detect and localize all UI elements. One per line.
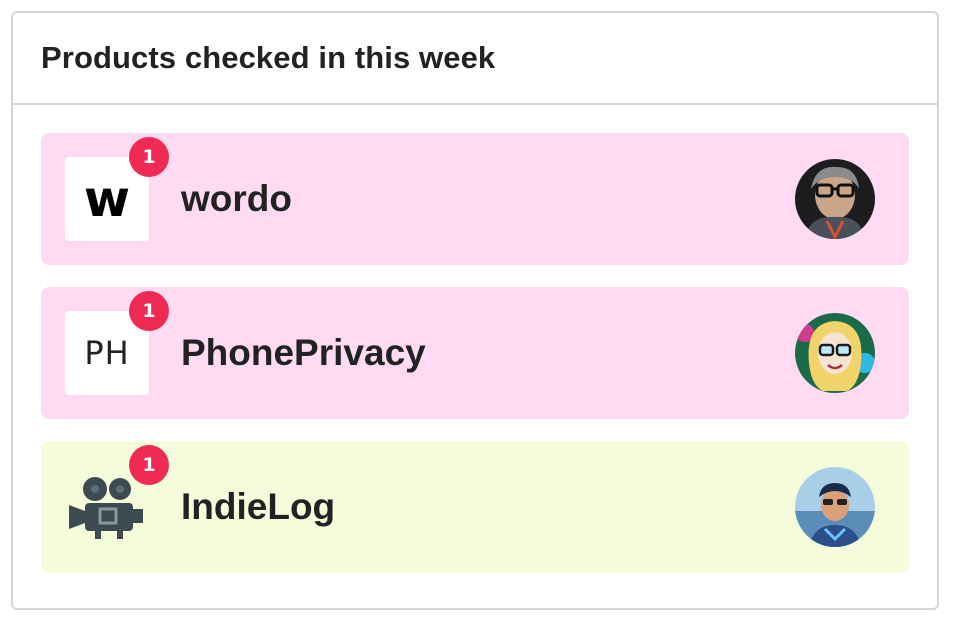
user-avatar-icon[interactable] — [795, 467, 875, 547]
notification-badge: 1 — [129, 137, 169, 177]
product-name[interactable]: wordo — [181, 178, 292, 220]
user-avatar-icon[interactable] — [795, 159, 875, 239]
wordo-logo-icon[interactable]: w 1 — [65, 137, 169, 241]
card-header: Products checked in this week — [13, 13, 937, 105]
notification-badge: 1 — [129, 445, 169, 485]
product-list: w 1 wordo PH 1 PhonePrivacy 1 IndieLog — [13, 105, 937, 573]
products-card: Products checked in this week w 1 wordo — [11, 11, 939, 610]
card-title: Products checked in this week — [41, 40, 496, 75]
notification-badge: 1 — [129, 291, 169, 331]
product-row-wordo[interactable]: w 1 wordo — [41, 133, 909, 265]
product-name[interactable]: PhonePrivacy — [181, 332, 426, 374]
product-row-phoneprivacy[interactable]: PH 1 PhonePrivacy — [41, 287, 909, 419]
phoneprivacy-logo-text: PH — [84, 334, 130, 372]
product-name[interactable]: IndieLog — [181, 486, 335, 528]
product-row-indielog[interactable]: 1 IndieLog — [41, 441, 909, 573]
wordo-logo-text: w — [83, 170, 131, 228]
phoneprivacy-logo-icon[interactable]: PH 1 — [65, 291, 169, 395]
movie-camera-icon[interactable]: 1 — [65, 445, 169, 549]
user-avatar-icon[interactable] — [795, 313, 875, 393]
